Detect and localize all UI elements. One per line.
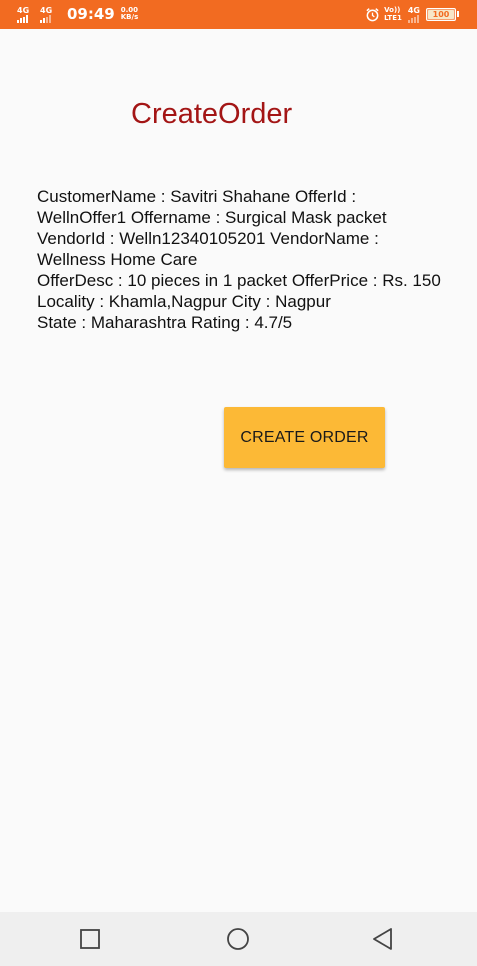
order-detail-line: CustomerName : Savitri Shahane OfferId :…	[37, 187, 387, 227]
order-detail-line: Locality : Khamla,Nagpur City : Nagpur	[37, 292, 331, 311]
alarm-icon	[366, 7, 379, 21]
back-triangle-icon	[373, 928, 392, 950]
recents-square-icon	[80, 929, 100, 949]
back-button[interactable]	[353, 912, 413, 966]
signal-icon	[40, 14, 52, 23]
network-type-1: 4G	[17, 5, 30, 15]
navigation-bar	[0, 912, 477, 966]
signal-2: 4G	[40, 6, 60, 23]
status-bar: 4G 4G 09:49 0.00 KB/s Vo)) LTE1 4G 100	[0, 0, 477, 29]
network-type-3: 4G	[407, 5, 420, 15]
volte-bottom: LTE1	[384, 14, 402, 22]
signal-1: 4G	[17, 6, 37, 23]
status-right: Vo)) LTE1 4G 100	[365, 3, 459, 25]
volte-indicator: Vo)) LTE1	[384, 6, 402, 22]
battery-icon: 100	[426, 7, 456, 21]
volte-top: Vo))	[384, 6, 401, 14]
home-circle-icon	[227, 928, 249, 950]
page-title: CreateOrder	[131, 98, 293, 130]
home-button[interactable]	[208, 912, 268, 966]
order-detail-line: OfferDesc : 10 pieces in 1 packet OfferP…	[37, 271, 441, 290]
network-type-2: 4G	[40, 5, 53, 15]
network-speed: 0.00 KB/s	[121, 7, 138, 21]
order-detail-line: State : Maharashtra Rating : 4.7/5	[37, 313, 293, 332]
status-left: 4G 4G 09:49 0.00 KB/s	[17, 3, 138, 25]
status-time: 09:49	[67, 5, 115, 23]
signal-3: 4G	[407, 5, 420, 23]
battery-level: 100	[432, 9, 450, 19]
order-details: CustomerName : Savitri Shahane OfferId :…	[37, 186, 447, 333]
battery-cap	[457, 11, 459, 17]
order-detail-line: VendorId : Welln12340105201 VendorName :…	[37, 229, 379, 269]
create-order-button[interactable]: CREATE ORDER	[224, 407, 385, 468]
signal-icon	[407, 14, 420, 23]
network-speed-unit: KB/s	[120, 13, 139, 21]
recents-button[interactable]	[60, 912, 120, 966]
signal-icon	[17, 14, 29, 23]
